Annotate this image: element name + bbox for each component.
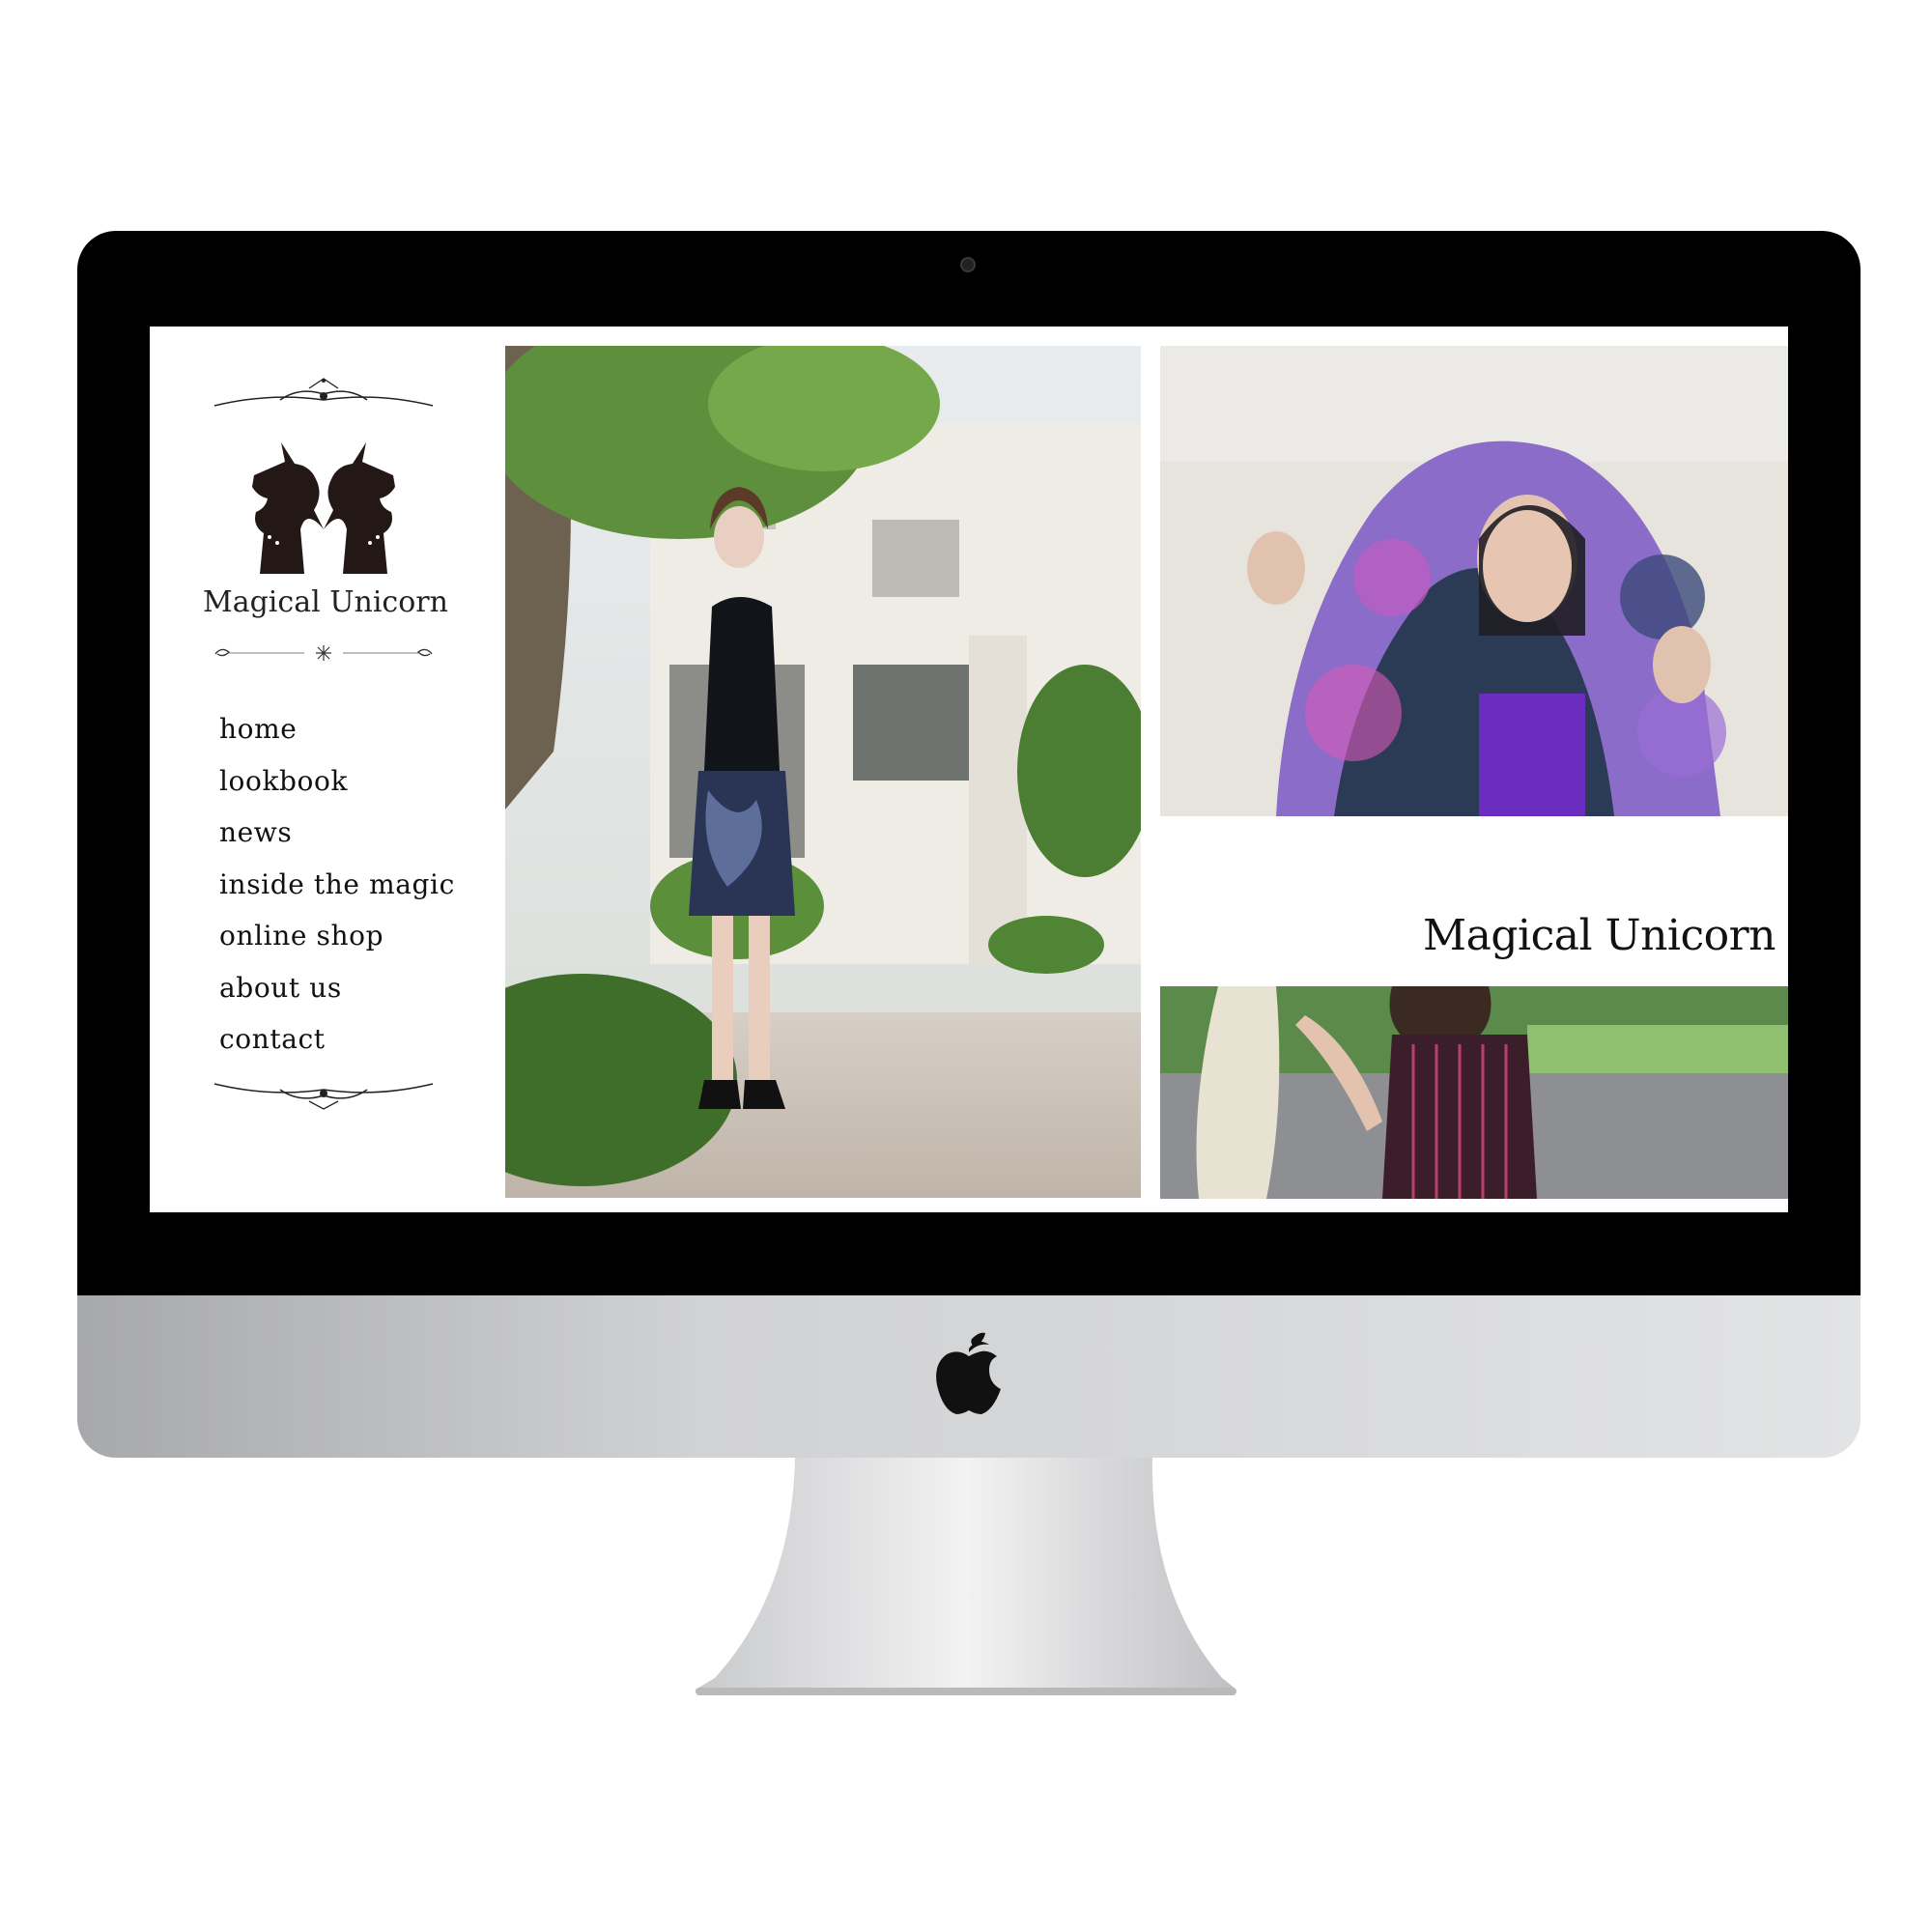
- apple-logo-icon: [936, 1332, 1001, 1414]
- brand-name: Magical Unicorn: [203, 585, 448, 619]
- main-nav: home lookbook news inside the magic onli…: [219, 703, 455, 1065]
- imac-stand: [696, 1458, 1236, 1695]
- camera-icon: [960, 257, 976, 272]
- lookbook-photo-dress[interactable]: [505, 346, 1141, 1198]
- nav-news[interactable]: news: [219, 807, 455, 859]
- lookbook-photo-scarf[interactable]: [1160, 346, 1788, 816]
- sidebar: Magical Unicorn home lookbook news insid…: [150, 327, 497, 1212]
- nav-lookbook[interactable]: lookbook: [219, 755, 455, 808]
- twin-unicorn-logo-icon: [252, 442, 395, 574]
- bottom-ornament-icon: [213, 1083, 434, 1110]
- nav-about-us[interactable]: about us: [219, 962, 455, 1014]
- hero-title: Magical Unicorn: [1423, 911, 1776, 960]
- divider-ornament-icon: [214, 645, 433, 661]
- nav-inside-the-magic[interactable]: inside the magic: [219, 859, 455, 911]
- nav-contact[interactable]: contact: [219, 1013, 455, 1065]
- lookbook-photo-striped-dress[interactable]: [1160, 986, 1788, 1199]
- nav-online-shop[interactable]: online shop: [219, 910, 455, 962]
- website-screen: Magical Unicorn home lookbook news insid…: [150, 327, 1788, 1212]
- nav-home[interactable]: home: [219, 703, 455, 755]
- top-ornament-icon: [213, 378, 434, 407]
